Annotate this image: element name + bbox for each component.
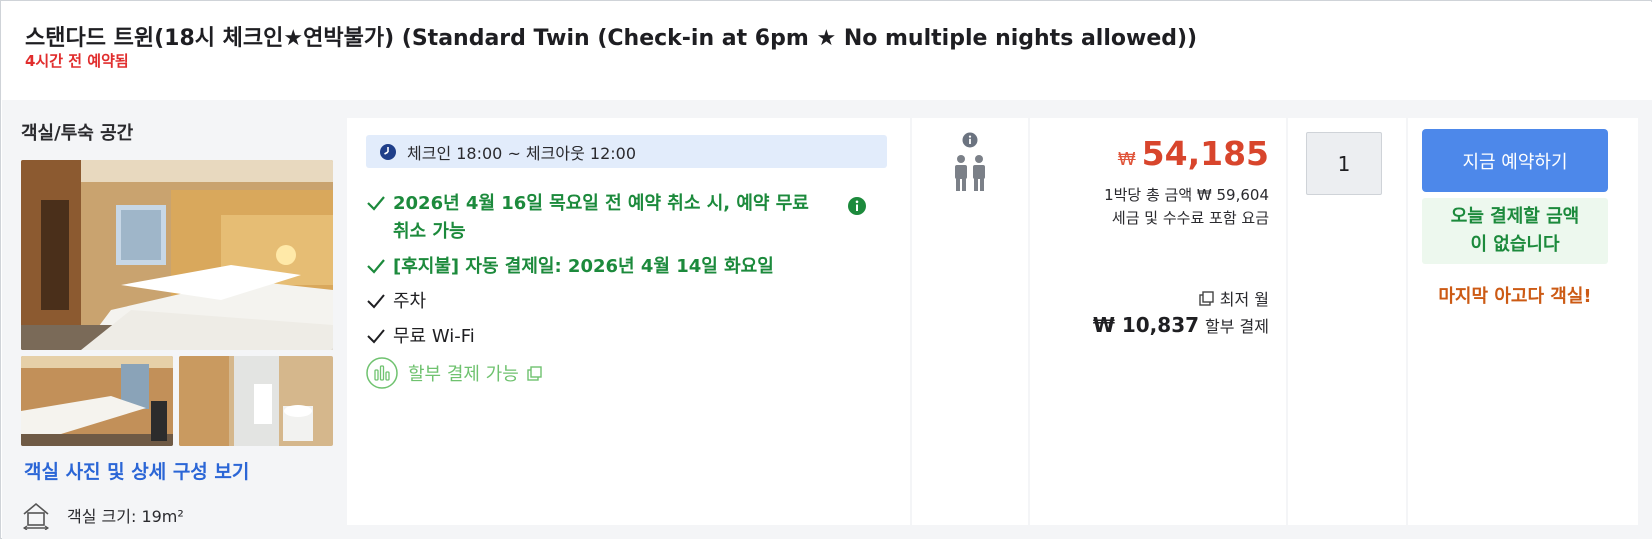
room-photo-thumb-2[interactable] (179, 356, 333, 446)
room-offer-body: 객실/투숙 공간 객실 사진 및 상세 구성 보기 객실 크기: 19m² 체크… (2, 100, 1652, 539)
room-size-icon (22, 502, 50, 530)
room-header: 스탠다드 트윈(18시 체크인★연박불가) (Standard Twin (Ch… (2, 2, 1652, 100)
recently-booked-note: 4시간 전 예약됨 (25, 52, 129, 70)
checkin-text: 체크인 18:00 ~ 체크아웃 12:00 (407, 143, 637, 163)
room-quantity-select[interactable]: 1 (1306, 132, 1382, 195)
info-icon[interactable] (962, 132, 978, 148)
room-title: 스탠다드 트윈(18시 체크인★연박불가) (Standard Twin (Ch… (25, 26, 1198, 51)
feature-wifi: 무료 Wi-Fi (366, 323, 475, 351)
parking-text: 주차 (393, 291, 427, 312)
installment-text: 할부 결제 가능 (408, 364, 519, 385)
quantity-panel: 1 (1288, 118, 1406, 525)
wifi-text: 무료 Wi-Fi (393, 326, 475, 347)
last-room-alert: 마지막 아고다 객실! (1438, 286, 1592, 307)
room-photos-link[interactable]: 객실 사진 및 상세 구성 보기 (24, 457, 249, 484)
installment-icon (366, 357, 398, 389)
book-now-button[interactable]: 지금 예약하기 (1422, 129, 1608, 192)
room-features-panel: 체크인 18:00 ~ 체크아웃 12:00 2026년 4월 16일 목요일 … (347, 118, 910, 525)
booking-action-panel: 지금 예약하기 오늘 결제할 금액 이 없습니다 마지막 아고다 객실! (1408, 118, 1638, 525)
price-display: ₩ 54,185 (1118, 134, 1269, 173)
room-size-text: 객실 크기: 19m² (67, 507, 184, 526)
tax-note: 세금 및 수수료 포함 요금 (1111, 209, 1269, 227)
check-icon (367, 329, 385, 344)
clock-icon (380, 143, 396, 160)
feature-free-cancellation: 2026년 4월 16일 목요일 전 예약 취소 시, 예약 무료 취소 가능 (366, 190, 836, 246)
info-icon[interactable] (847, 196, 867, 216)
monthly-amount: ₩ 10,837 (1092, 313, 1200, 337)
check-icon (367, 259, 385, 274)
occupancy-panel (912, 118, 1028, 525)
checkin-info-bar: 체크인 18:00 ~ 체크아웃 12:00 (366, 135, 887, 168)
monthly-installment-label[interactable]: 최저 월 (1199, 286, 1269, 310)
monthly-installment-price: ₩ 10,837 할부 결제 (1093, 313, 1269, 337)
free-cancel-line-1: 2026년 4월 16일 목요일 전 예약 취소 시, 예약 무료 (393, 193, 809, 214)
external-link-icon (527, 365, 542, 381)
feature-parking: 주차 (366, 288, 426, 316)
room-card: 스탠다드 트윈(18시 체크인★연박불가) (Standard Twin (Ch… (0, 0, 1652, 539)
external-link-icon (1199, 290, 1214, 306)
pay-today-line-2: 이 없습니다 (1470, 234, 1560, 255)
auto-payment-text: [후지불] 자동 결제일: 2026년 4월 14일 화요일 (393, 256, 774, 277)
check-icon (367, 294, 385, 309)
price-amount: 54,185 (1141, 134, 1269, 173)
free-cancel-line-2: 취소 가능 (393, 221, 466, 242)
feature-auto-payment: [후지불] 자동 결제일: 2026년 4월 14일 화요일 (366, 253, 886, 281)
occupancy-icon (955, 155, 985, 191)
check-icon (367, 196, 385, 211)
installment-link[interactable]: 할부 결제 가능 (366, 357, 542, 389)
per-night-total: 1박당 총 금액 ₩ 59,604 (1104, 186, 1269, 204)
currency-symbol: ₩ (1117, 149, 1136, 170)
room-photo-thumb-1[interactable] (21, 356, 173, 446)
no-payment-today-badge: 오늘 결제할 금액 이 없습니다 (1422, 198, 1608, 264)
monthly-label-text: 최저 월 (1219, 290, 1269, 309)
price-panel: ₩ 54,185 1박당 총 금액 ₩ 59,604 세금 및 수수료 포함 요… (1030, 118, 1286, 525)
room-photo-main[interactable] (21, 160, 333, 350)
pay-today-line-1: 오늘 결제할 금액 (1450, 206, 1580, 227)
monthly-suffix: 할부 결제 (1205, 317, 1269, 336)
space-label: 객실/투숙 공간 (21, 123, 134, 144)
room-gallery-column: 객실/투숙 공간 객실 사진 및 상세 구성 보기 객실 크기: 19m² (2, 100, 342, 539)
room-size-row: 객실 크기: 19m² (21, 500, 184, 530)
